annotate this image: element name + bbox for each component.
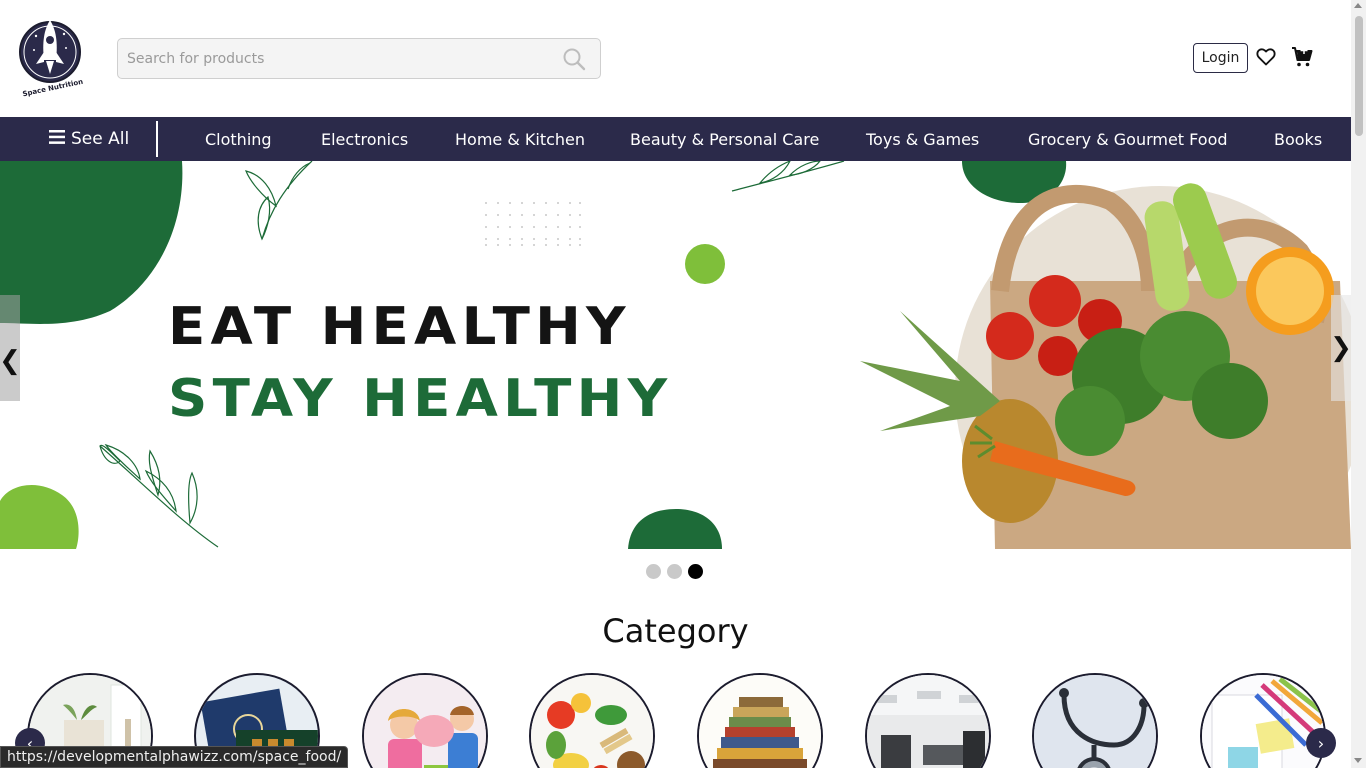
category-medical[interactable] xyxy=(1032,673,1158,768)
category-stationery[interactable] xyxy=(1200,673,1326,768)
login-button[interactable]: Login xyxy=(1193,43,1248,73)
nav-item-electronics[interactable]: Electronics xyxy=(321,117,408,161)
search-icon[interactable] xyxy=(560,45,588,73)
hamburger-icon xyxy=(49,129,65,149)
carousel-dot-1[interactable] xyxy=(646,564,661,579)
chevron-left-icon: ❮ xyxy=(0,346,21,376)
nav-divider xyxy=(156,121,158,157)
page-scrollbar[interactable] xyxy=(1351,0,1366,768)
nav-item-home-kitchen[interactable]: Home & Kitchen xyxy=(455,117,585,161)
category-nav: See All Clothing Electronics Home & Kitc… xyxy=(0,117,1351,161)
hero-headline-1: EAT HEALTHY xyxy=(168,297,631,357)
search-bar xyxy=(117,38,601,79)
search-input[interactable] xyxy=(118,39,560,78)
heart-icon[interactable] xyxy=(1256,47,1276,67)
hero-headline-2: STAY HEALTHY xyxy=(168,369,673,429)
chevron-right-icon: › xyxy=(1317,733,1325,753)
page: Space Nutrition Login xyxy=(0,0,1366,768)
category-gym[interactable] xyxy=(865,673,991,768)
chevron-right-icon: ❯ xyxy=(1330,333,1351,363)
hero-banner[interactable]: EAT HEALTHY STAY HEALTHY ❮ ❯ xyxy=(0,161,1351,549)
logo[interactable]: Space Nutrition xyxy=(16,14,84,100)
cart-icon[interactable] xyxy=(1290,45,1314,69)
scroll-down-arrow[interactable] xyxy=(1354,758,1362,763)
carousel-next-button[interactable]: ❯ xyxy=(1330,295,1351,401)
nav-item-grocery[interactable]: Grocery & Gourmet Food xyxy=(1028,117,1228,161)
nav-item-clothing[interactable]: Clothing xyxy=(205,117,272,161)
scroll-thumb[interactable] xyxy=(1355,16,1363,136)
category-books[interactable] xyxy=(697,673,823,768)
status-bar-url: https://developmentalphawizz.com/space_f… xyxy=(0,746,349,768)
scroll-up-arrow[interactable] xyxy=(1354,3,1362,8)
see-all-button[interactable]: See All xyxy=(49,117,129,161)
nav-item-toys[interactable]: Toys & Games xyxy=(866,117,979,161)
category-toys[interactable] xyxy=(362,673,488,768)
category-next-button[interactable]: › xyxy=(1306,728,1336,758)
nav-item-beauty[interactable]: Beauty & Personal Care xyxy=(630,117,819,161)
see-all-label: See All xyxy=(71,129,130,149)
header: Space Nutrition Login xyxy=(0,0,1351,117)
category-title: Category xyxy=(602,612,749,650)
carousel-dot-2[interactable] xyxy=(667,564,682,579)
carousel-dots xyxy=(646,564,703,579)
nav-item-books[interactable]: Books xyxy=(1274,117,1322,161)
carousel-dot-3[interactable] xyxy=(688,564,703,579)
category-vegetables[interactable] xyxy=(529,673,655,768)
carousel-prev-button[interactable]: ❮ xyxy=(0,295,21,401)
